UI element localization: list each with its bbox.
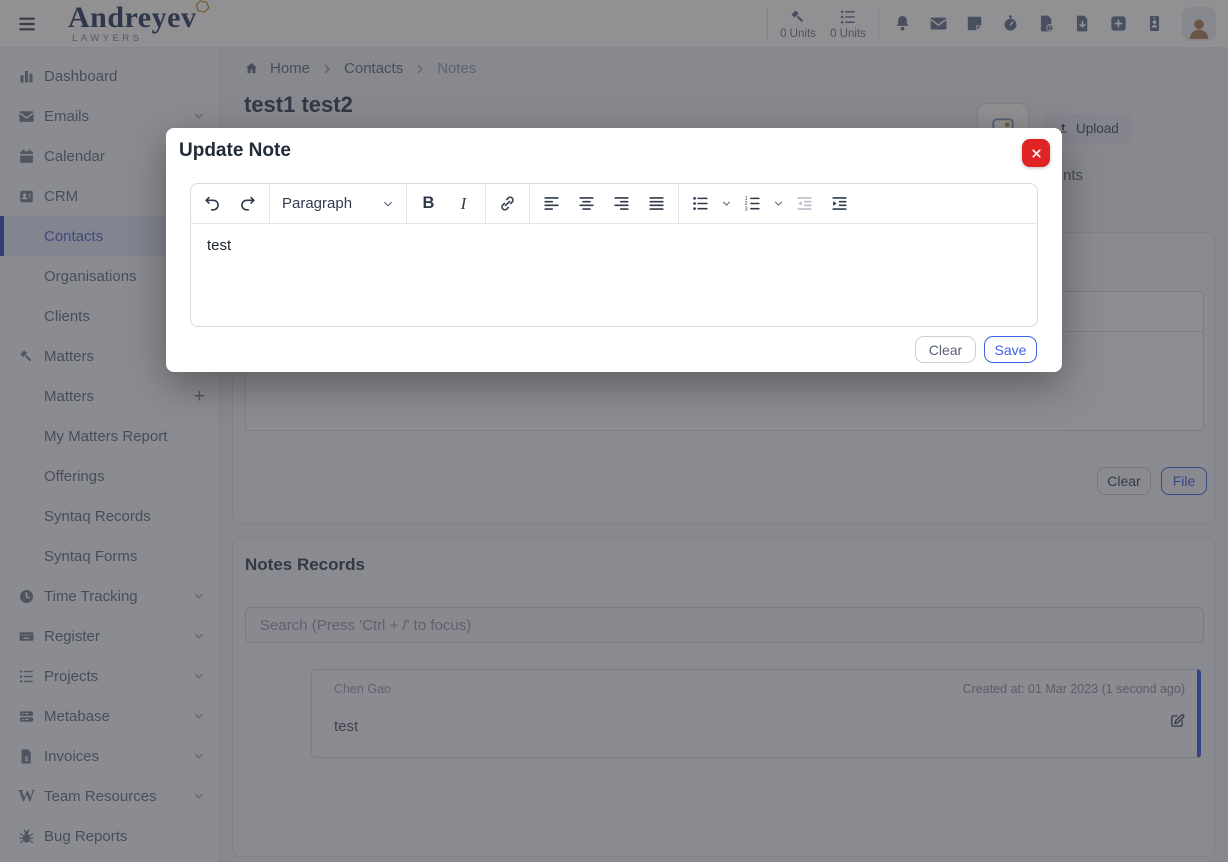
- app-window: Andreyev LAWYERS 0 Units 0 Units Dashboa…: [0, 0, 1228, 862]
- align-center-icon: [577, 194, 596, 213]
- justify-button[interactable]: [639, 187, 674, 221]
- undo-icon: [203, 194, 222, 213]
- modal-save-button[interactable]: Save: [984, 336, 1037, 363]
- chevron-down-icon: [721, 198, 732, 209]
- bullet-list-button[interactable]: [683, 187, 718, 221]
- modal-close-button[interactable]: [1022, 139, 1050, 167]
- note-text-area[interactable]: test: [191, 224, 1037, 327]
- undo-button[interactable]: [195, 187, 230, 221]
- align-left-button[interactable]: [534, 187, 569, 221]
- align-right-button[interactable]: [604, 187, 639, 221]
- align-center-button[interactable]: [569, 187, 604, 221]
- update-note-modal: Update Note Paragraph B I: [166, 128, 1062, 372]
- chevron-down-icon: [773, 198, 784, 209]
- redo-icon: [238, 194, 257, 213]
- numbered-list-options-button[interactable]: [770, 187, 787, 221]
- modal-clear-button[interactable]: Clear: [915, 336, 976, 363]
- editor-toolbar: Paragraph B I: [191, 184, 1037, 224]
- outdent-icon: [795, 194, 814, 213]
- align-right-icon: [612, 194, 631, 213]
- link-icon: [498, 194, 517, 213]
- rich-text-editor: Paragraph B I: [190, 183, 1038, 327]
- bullet-list-icon: [691, 194, 710, 213]
- numbered-list-button[interactable]: [735, 187, 770, 221]
- italic-button[interactable]: I: [446, 187, 481, 221]
- link-button[interactable]: [490, 187, 525, 221]
- bullet-list-options-button[interactable]: [718, 187, 735, 221]
- redo-button[interactable]: [230, 187, 265, 221]
- indent-icon: [830, 194, 849, 213]
- justify-icon: [647, 194, 666, 213]
- close-icon: [1030, 147, 1043, 160]
- chevron-down-icon: [382, 198, 394, 210]
- indent-button[interactable]: [822, 187, 857, 221]
- paragraph-style-select[interactable]: Paragraph: [274, 187, 402, 221]
- align-left-icon: [542, 194, 561, 213]
- bold-button[interactable]: B: [411, 187, 446, 221]
- modal-title: Update Note: [179, 140, 291, 162]
- numbered-list-icon: [743, 194, 762, 213]
- outdent-button: [787, 187, 822, 221]
